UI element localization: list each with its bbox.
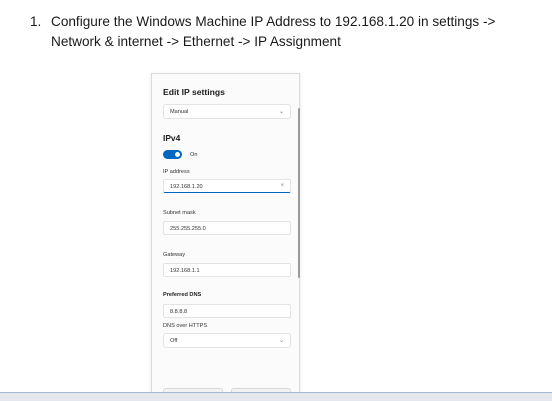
preferred-dns-field[interactable]: 8.8.8.8	[163, 304, 291, 318]
subnet-mask-field[interactable]: 255.255.255.0	[163, 221, 291, 235]
toggle-knob	[175, 152, 180, 157]
close-icon[interactable]: ×	[280, 183, 284, 189]
ip-address-field[interactable]: 192.168.1.20 ×	[163, 179, 291, 193]
dns-over-https-select[interactable]: Off ⌄	[163, 333, 291, 348]
subnet-mask-value: 255.255.255.0	[170, 226, 206, 232]
ipv4-heading: IPv4	[163, 133, 181, 143]
dns-over-https-value: Off	[170, 338, 178, 344]
dialog-title: Edit IP settings	[163, 87, 225, 97]
ip-mode-select[interactable]: Manual ⌄	[163, 104, 291, 119]
edit-ip-settings-dialog: Edit IP settings Manual ⌄ IPv4 On IP add…	[151, 73, 300, 401]
ip-address-value: 192.168.1.20	[170, 184, 203, 190]
ipv4-toggle-label: On	[190, 152, 198, 158]
ipv4-toggle[interactable]	[163, 150, 182, 159]
preferred-dns-label: Preferred DNS	[163, 292, 202, 298]
gateway-field[interactable]: 192.168.1.1	[163, 263, 291, 277]
ip-address-label: IP address	[163, 169, 190, 175]
instruction-text: Configure the Windows Machine IP Address…	[51, 14, 496, 49]
step-number: 1.	[30, 14, 42, 29]
dns-over-https-label: DNS over HTTPS	[163, 323, 208, 329]
subnet-mask-label: Subnet mask	[163, 210, 196, 216]
gateway-value: 192.168.1.1	[170, 268, 200, 274]
preferred-dns-value: 8.8.8.8	[170, 309, 188, 315]
chevron-down-icon: ⌄	[278, 109, 284, 115]
ip-mode-value: Manual	[170, 109, 189, 115]
chevron-down-icon: ⌄	[278, 338, 284, 344]
gateway-label: Gateway	[163, 252, 186, 258]
dialog-scrollbar[interactable]	[298, 108, 300, 278]
